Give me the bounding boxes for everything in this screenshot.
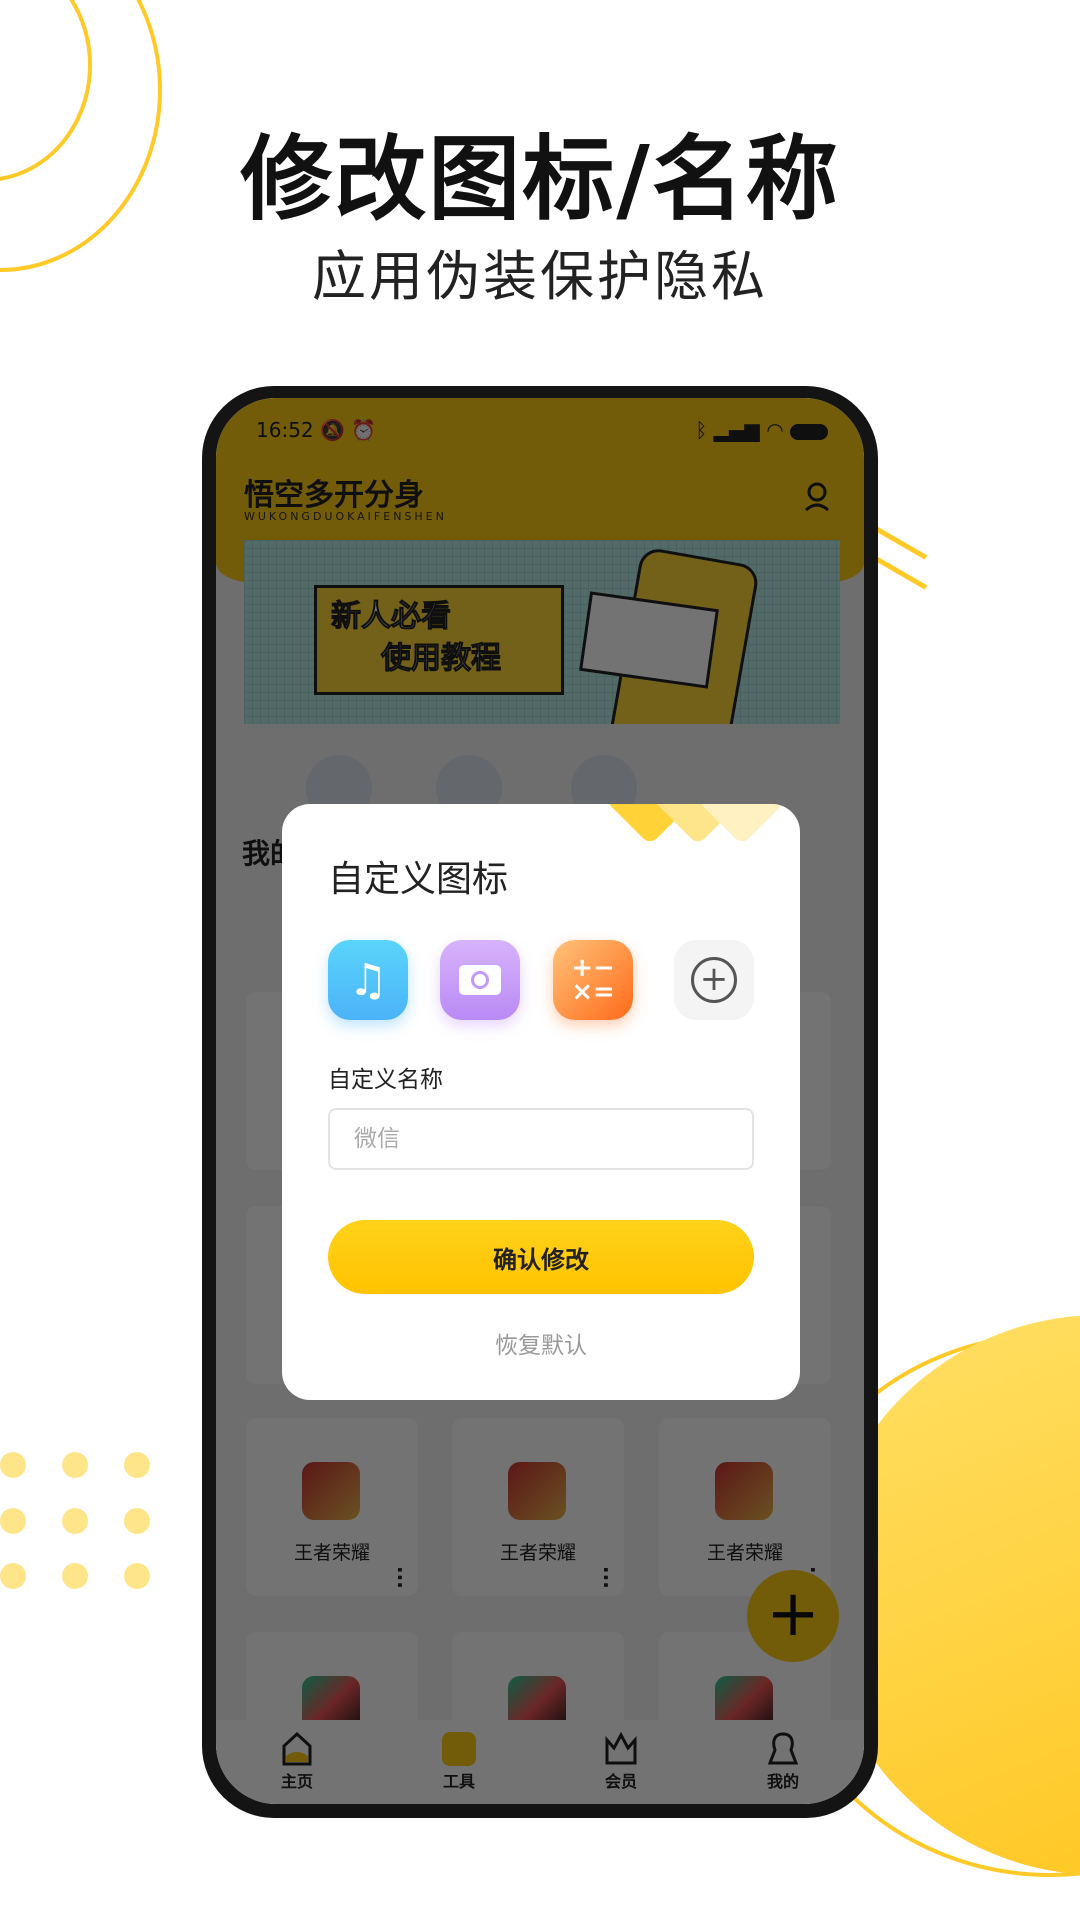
app-name: 王者荣耀 xyxy=(499,1542,576,1564)
app-title: 悟空多开分身 xyxy=(244,478,424,513)
add-icon[interactable]: + xyxy=(674,940,754,1020)
banner-line2: 使用教程 xyxy=(381,641,502,677)
camera-icon[interactable] xyxy=(440,940,520,1020)
battery-icon xyxy=(790,423,828,440)
bluetooth-icon: ᛒ xyxy=(695,418,708,442)
app-subtitle: WUKONGDUOKAIFENSHEN xyxy=(244,510,447,523)
tutorial-banner[interactable]: 新人必看 使用教程 xyxy=(244,540,840,724)
signal-icon: ▂▄▆ xyxy=(713,418,760,442)
game-icon xyxy=(508,1462,566,1520)
tools-icon xyxy=(442,1732,476,1766)
game-icon xyxy=(302,1462,360,1520)
user-icon[interactable] xyxy=(804,482,830,512)
app-card[interactable]: 王者荣耀 ··· xyxy=(452,1418,624,1596)
game-icon xyxy=(715,1462,773,1520)
more-icon[interactable]: ··· xyxy=(388,1566,412,1589)
status-time: 16:52 xyxy=(256,418,314,442)
custom-icon-dialog: 自定义图标 ♫ +−×= + 自定义名称 确认修改 恢复默认 xyxy=(282,804,800,1400)
mute-icon: 🔕 xyxy=(320,418,345,442)
app-card[interactable]: 王者荣耀 ··· xyxy=(659,1418,831,1596)
home-icon xyxy=(282,1732,312,1766)
confirm-button[interactable]: 确认修改 xyxy=(328,1220,754,1294)
hero-subtitle: 应用伪装保护隐私 xyxy=(312,245,768,308)
nav-tools[interactable]: 工具 xyxy=(442,1732,476,1792)
crown-icon xyxy=(605,1732,637,1765)
dialog-title: 自定义图标 xyxy=(328,859,509,900)
nav-vip[interactable]: 会员 xyxy=(604,1732,638,1792)
hero-title: 修改图标/名称 xyxy=(240,126,840,233)
bottom-nav: 主页 工具 会员 我的 xyxy=(216,1720,864,1804)
banner-line1: 新人必看 xyxy=(331,599,452,635)
banner-text-box: 新人必看 使用教程 xyxy=(314,585,564,695)
status-bar: 16:52 🔕 ⏰ ᛒ ▂▄▆ ◠ xyxy=(256,418,828,448)
wifi-icon: ◠ xyxy=(766,418,784,442)
music-icon[interactable]: ♫ xyxy=(328,940,408,1020)
profile-icon xyxy=(767,1732,799,1765)
alarm-icon: ⏰ xyxy=(351,418,377,442)
add-app-button[interactable]: + xyxy=(747,1570,839,1662)
name-input[interactable] xyxy=(328,1108,754,1170)
more-icon[interactable]: ··· xyxy=(594,1566,618,1589)
banner-card-illustration xyxy=(579,591,719,689)
name-label: 自定义名称 xyxy=(328,1067,443,1093)
calculator-icon[interactable]: +− ×= xyxy=(553,940,633,1020)
reset-default-link[interactable]: 恢复默认 xyxy=(282,1326,800,1360)
app-card[interactable]: 王者荣耀 ··· xyxy=(246,1418,418,1596)
app-name: 王者荣耀 xyxy=(706,1542,783,1564)
app-name: 王者荣耀 xyxy=(293,1542,370,1564)
nav-mine[interactable]: 我的 xyxy=(766,1732,800,1792)
nav-home[interactable]: 主页 xyxy=(280,1732,314,1792)
